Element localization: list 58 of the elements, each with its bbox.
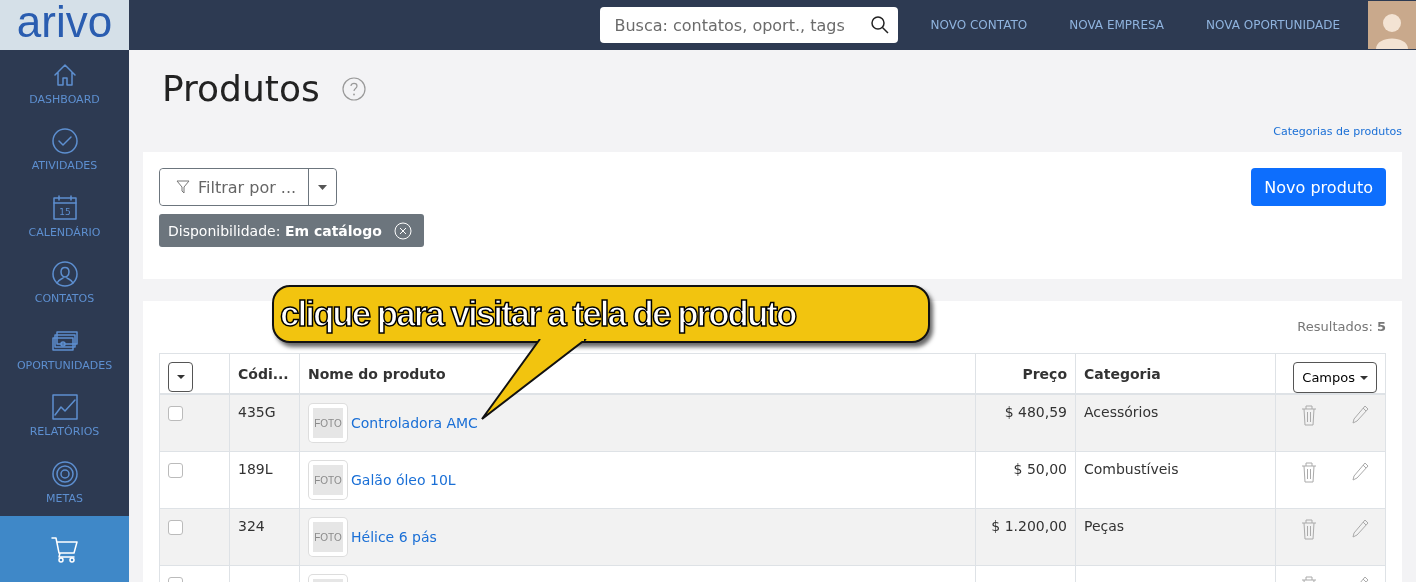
caret-icon — [176, 374, 185, 379]
search-icon[interactable] — [870, 15, 891, 35]
row-checkbox[interactable] — [168, 406, 183, 421]
new-product-button[interactable]: Novo produto — [1251, 168, 1386, 206]
help-icon[interactable] — [341, 76, 366, 101]
pencil-icon[interactable] — [1351, 518, 1369, 540]
sidebar-item[interactable]: ATIVIDADES — [0, 116, 129, 183]
table-cell: Peças — [1075, 508, 1276, 566]
sidebar-item[interactable]: DASHBOARD — [0, 50, 129, 117]
select-dropdown-button[interactable] — [168, 361, 193, 392]
product-link[interactable]: Galão óleo 10L — [351, 472, 456, 488]
categories-link[interactable]: Categorias de produtos — [1273, 125, 1402, 138]
row-checkbox[interactable] — [168, 520, 183, 535]
photo-label: FOTO — [314, 417, 342, 429]
target-icon — [50, 459, 79, 488]
line-chart-icon — [50, 393, 79, 422]
sidebar-item[interactable]: METAS — [0, 449, 129, 516]
caret-icon — [1360, 375, 1368, 380]
trash-icon[interactable] — [1300, 404, 1318, 426]
funnel-icon — [176, 180, 190, 194]
row-checkbox[interactable] — [168, 463, 183, 478]
table-cell: 189L — [229, 451, 300, 509]
trash-icon[interactable] — [1300, 518, 1318, 540]
product-link[interactable]: Hélice 6 pás — [351, 529, 437, 545]
table-cell: Combustíveis — [1075, 451, 1276, 509]
pencil-icon[interactable] — [1351, 404, 1369, 426]
filter-chip-text: Disponibilidade: Em catálogo — [168, 222, 382, 239]
remove-icon[interactable] — [393, 221, 412, 240]
cart-icon — [50, 534, 79, 563]
caret-icon — [318, 184, 328, 190]
checkmark-circle-icon — [50, 127, 79, 156]
table-cell: 435G — [229, 394, 300, 452]
person-icon — [50, 260, 79, 289]
nav-link[interactable]: NOVA EMPRESA — [1069, 18, 1165, 32]
sidebar-item[interactable]: 15 CALENDÁRIO — [0, 183, 129, 250]
table-cell: Acessórios — [1075, 394, 1276, 452]
trash-icon[interactable] — [1300, 461, 1318, 483]
table-cell: $ 480,59 — [975, 394, 1076, 452]
results-count: Resultados: 5 — [1297, 319, 1386, 334]
pencil-icon[interactable] — [1351, 461, 1369, 483]
table-cell: $ 50,00 — [975, 451, 1076, 509]
app-logo: arivo — [0, 0, 129, 50]
sidebar-item[interactable] — [0, 515, 129, 582]
nav-link[interactable]: NOVA OPORTUNIDADE — [1206, 18, 1340, 32]
product-link[interactable]: Controladora AMC — [351, 415, 478, 431]
fields-button[interactable]: Campos — [1293, 362, 1377, 393]
sidebar-item[interactable]: OPORTUNIDADES — [0, 316, 129, 383]
photo-label: FOTO — [314, 531, 342, 543]
filter-button[interactable]: Filtrar por ... — [160, 169, 310, 205]
page-title: Produtos — [162, 68, 320, 109]
sidebar-item[interactable]: CONTATOS — [0, 249, 129, 316]
search-field[interactable]: Busca: contatos, oport., tags — [600, 7, 899, 43]
user-avatar[interactable] — [1368, 1, 1416, 49]
table-cell: $ 1.200,00 — [975, 508, 1076, 566]
photo-label: FOTO — [314, 474, 342, 486]
nav-link[interactable]: NOVO CONTATO — [930, 18, 1028, 32]
sidebar-item[interactable]: RELATÓRIOS — [0, 382, 129, 449]
table-cell: 324 — [229, 508, 300, 566]
